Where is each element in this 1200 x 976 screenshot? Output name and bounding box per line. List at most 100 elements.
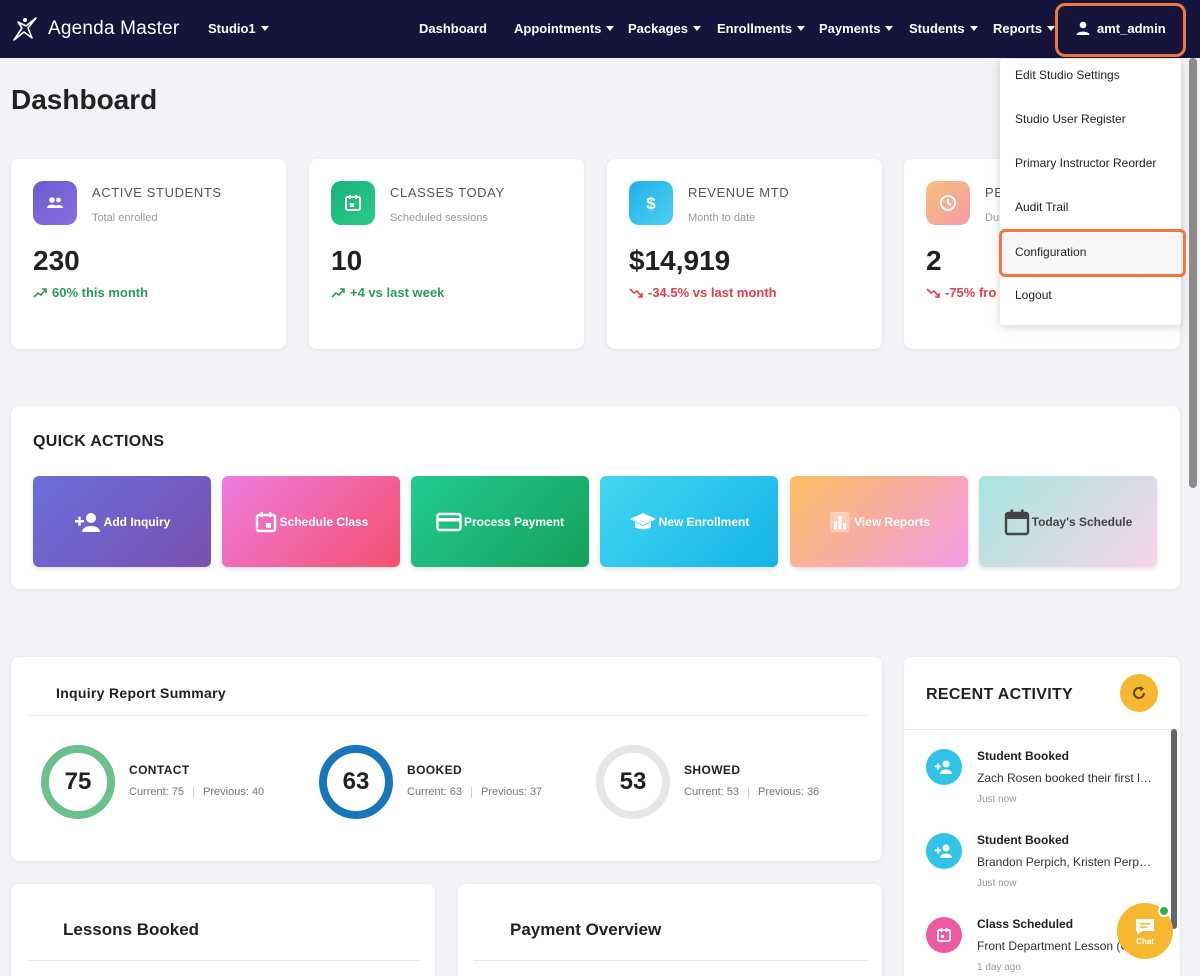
chevron-down-icon [260, 26, 269, 31]
bar-chart-icon [830, 511, 851, 532]
refresh-button[interactable] [1120, 674, 1158, 712]
menu-item-audit-trail[interactable]: Audit Trail [1015, 200, 1068, 214]
add-user-icon [935, 844, 952, 858]
showed-ring: 53 [596, 745, 670, 819]
trend-down-icon [629, 287, 643, 298]
nav-item-students[interactable]: Students [909, 21, 978, 36]
stat-trend-text: -75% fro [945, 285, 997, 300]
stat-icon-box [926, 181, 970, 225]
nav-item-appointments[interactable]: Appointments [514, 21, 615, 36]
refresh-icon [1133, 686, 1145, 699]
stat-sublabel: Scheduled sessions [390, 212, 488, 224]
todays-schedule-button[interactable]: Today's Schedule [979, 476, 1157, 567]
stat-sublabel: Du [985, 212, 1000, 224]
stat-card-active-students: ACTIVE STUDENTS Total enrolled 230 60% t… [11, 159, 286, 349]
showed-label: SHOWED [684, 763, 741, 777]
graduation-cap-icon [629, 512, 656, 529]
payment-overview-panel: Payment Overview [458, 884, 882, 976]
button-label: Today's Schedule [1031, 514, 1133, 529]
activity-time: Just now [977, 878, 1017, 889]
menu-item-primary-instructor-reorder[interactable]: Primary Instructor Reorder [1015, 156, 1156, 170]
credit-card-icon [436, 512, 462, 531]
nav-item-label: Appointments [514, 21, 602, 36]
stat-icon-box [331, 181, 375, 225]
nav-item-label: Payments [819, 21, 881, 36]
stat-card-classes-today: CLASSES TODAY Scheduled sessions 10 +4 v… [309, 159, 584, 349]
button-label: Schedule Class [279, 514, 369, 529]
stat-trend-text: 60% this month [52, 285, 149, 300]
stat-card-revenue-mtd: $ REVENUE MTD Month to date $14,919 -34.… [607, 159, 882, 349]
chevron-down-icon [606, 26, 615, 31]
nav-item-payments[interactable]: Payments [819, 21, 894, 36]
quick-actions-panel: QUICK ACTIONS Add Inquiry Schedule Class… [11, 406, 1180, 589]
studio-label: Studio1 [208, 21, 256, 36]
menu-item-configuration[interactable]: Configuration [1015, 245, 1086, 259]
button-label: New Enrollment [658, 514, 750, 529]
add-inquiry-button[interactable]: Add Inquiry [33, 476, 211, 567]
contact-meta: Current: 75 Previous: 40 [129, 786, 264, 798]
stat-label: REVENUE MTD [688, 185, 790, 200]
add-user-icon [935, 760, 952, 774]
chat-icon [1136, 918, 1154, 935]
booked-label: BOOKED [407, 763, 463, 777]
contact-label: CONTACT [129, 763, 190, 777]
divider [27, 715, 868, 716]
calendar-icon [345, 195, 361, 211]
chevron-down-icon [1047, 26, 1056, 31]
stat-trend: +4 vs last week [331, 285, 444, 300]
stat-trend-text: +4 vs last week [350, 285, 445, 300]
nav-item-packages[interactable]: Packages [628, 21, 701, 36]
lessons-booked-title: Lessons Booked [63, 920, 200, 939]
current-count: Current: 75 [129, 786, 185, 798]
user-menu-button[interactable]: amt_admin [1075, 20, 1166, 36]
booked-ring: 63 [319, 745, 393, 819]
process-payment-button[interactable]: Process Payment [411, 476, 589, 567]
nav-item-label: Packages [628, 21, 688, 36]
previous-count: Previous: 40 [203, 786, 265, 798]
nav-item-dashboard[interactable]: Dashboard [419, 21, 487, 36]
stat-label: ACTIVE STUDENTS [92, 185, 222, 200]
button-label: View Reports [854, 514, 930, 529]
inquiry-summary-title: Inquiry Report Summary [56, 685, 226, 701]
new-enrollment-button[interactable]: New Enrollment [600, 476, 778, 567]
brand[interactable]: Agenda Master [10, 14, 179, 44]
recent-activity-title: RECENT ACTIVITY [926, 686, 1074, 703]
current-count: Current: 53 [684, 786, 740, 798]
dancer-logo-icon [13, 17, 37, 41]
trend-down-icon [926, 287, 940, 298]
menu-item-studio-user-register[interactable]: Studio User Register [1015, 112, 1126, 126]
page-scrollbar[interactable] [1189, 58, 1197, 488]
stat-icon-box [33, 181, 77, 225]
nav-item-enrollments[interactable]: Enrollments [717, 21, 806, 36]
previous-count: Previous: 36 [758, 786, 820, 798]
stat-label: CLASSES TODAY [390, 185, 505, 200]
nav-item-reports[interactable]: Reports [993, 21, 1056, 36]
nav-item-label: Students [909, 21, 965, 36]
trend-up-icon [33, 287, 47, 298]
studio-selector[interactable]: Studio1 [208, 21, 269, 36]
stat-sublabel: Total enrolled [92, 212, 158, 224]
view-reports-button[interactable]: View Reports [790, 476, 968, 567]
calendar-icon [1004, 509, 1029, 535]
stat-trend: -75% fro [926, 285, 996, 300]
activity-icon-box [926, 749, 962, 785]
activity-scrollbar[interactable] [1171, 729, 1177, 929]
activity-title: Student Booked [977, 749, 1069, 763]
nav-item-label: Enrollments [717, 21, 793, 36]
previous-count: Previous: 37 [481, 786, 543, 798]
divider [474, 960, 868, 961]
users-icon [47, 197, 63, 208]
menu-item-logout[interactable]: Logout [1015, 288, 1052, 302]
stat-value: 10 [331, 245, 363, 276]
chevron-down-icon [797, 26, 806, 31]
divider [904, 729, 1180, 730]
brand-name: Agenda Master [48, 18, 180, 39]
schedule-class-button[interactable]: Schedule Class [222, 476, 400, 567]
button-label: Add Inquiry [103, 514, 171, 529]
activity-description: Brandon Perpich, Kristen Perpich booked [977, 855, 1152, 869]
menu-item-edit-studio-settings[interactable]: Edit Studio Settings [1015, 68, 1120, 82]
stat-value: 2 [926, 245, 942, 276]
stat-value: 230 [33, 245, 80, 276]
activity-icon-box [926, 833, 962, 869]
contact-ring: 75 [41, 745, 115, 819]
